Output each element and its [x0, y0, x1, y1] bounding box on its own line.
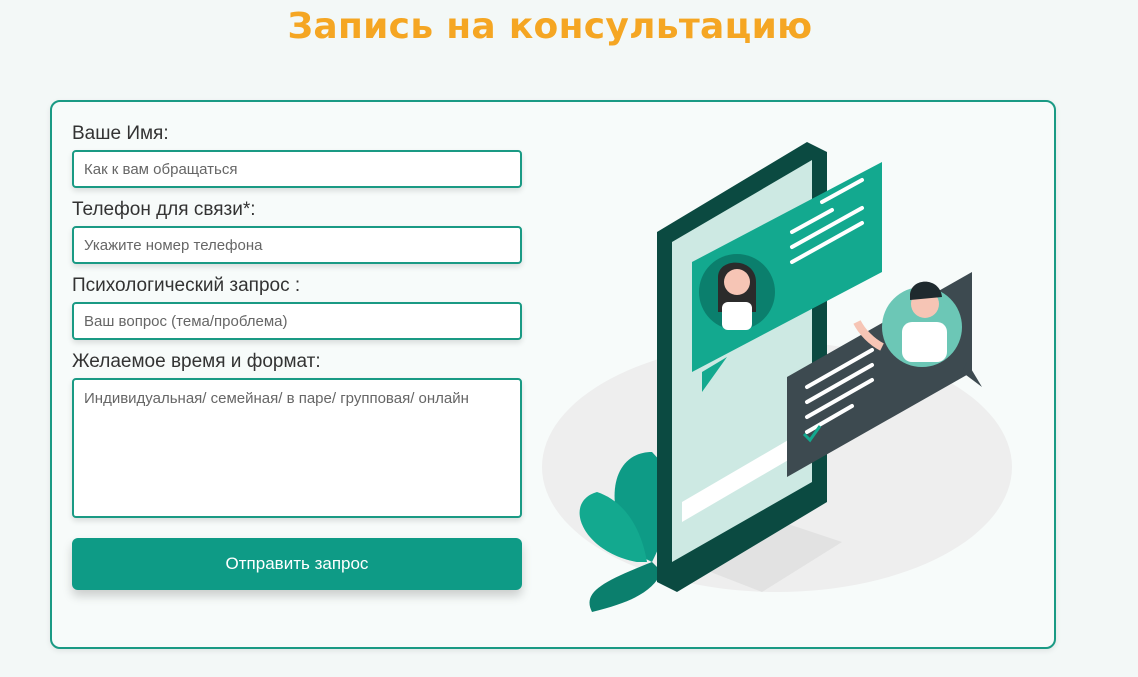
submit-button[interactable]: Отправить запрос	[72, 538, 522, 590]
consultation-form-card: Ваше Имя: Телефон для связи*: Психологич…	[50, 100, 1056, 649]
page-title: Запись на консультацию	[287, 6, 813, 47]
phone-label: Телефон для связи*:	[72, 199, 256, 220]
name-input[interactable]	[72, 150, 522, 188]
phone-input[interactable]	[72, 226, 522, 264]
name-label: Ваше Имя:	[72, 123, 169, 144]
time-format-label: Желаемое время и формат:	[72, 351, 321, 372]
consultation-form: Ваше Имя: Телефон для связи*: Психологич…	[72, 112, 524, 590]
request-input[interactable]	[72, 302, 522, 340]
phone-chat-illustration	[542, 142, 1012, 612]
request-label: Психологический запрос :	[72, 275, 301, 296]
time-format-textarea[interactable]	[72, 378, 522, 518]
